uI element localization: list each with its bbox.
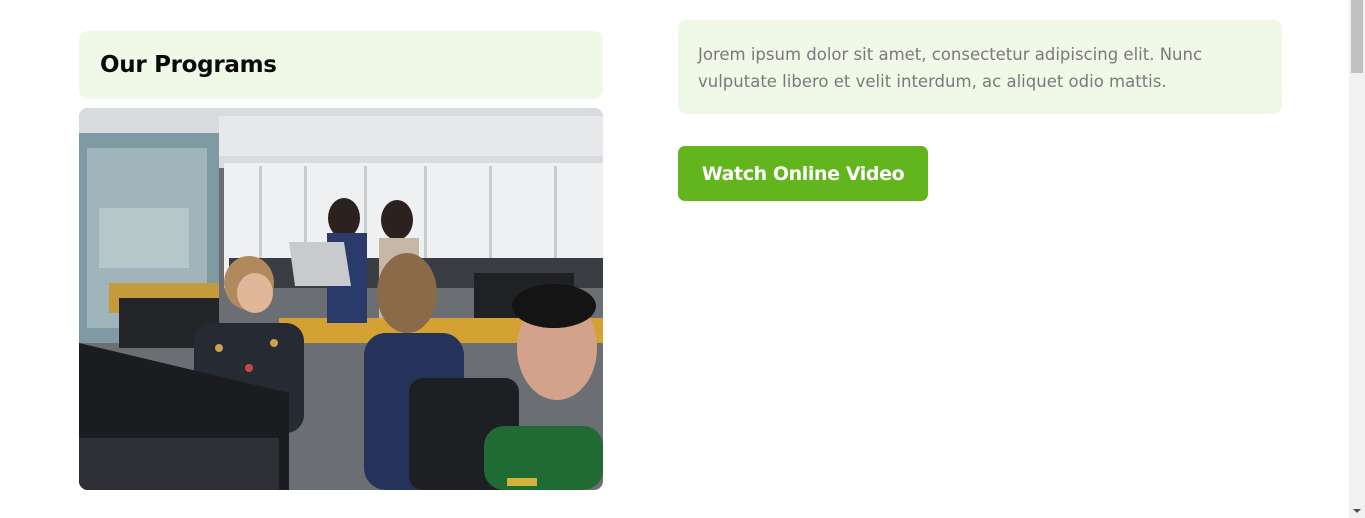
office-photo-icon xyxy=(79,108,603,490)
scrollbar-thumb[interactable] xyxy=(1351,0,1363,73)
programs-heading-card: Our Programs xyxy=(79,31,603,99)
programs-title: Our Programs xyxy=(100,52,277,78)
page: Our Programs Jorem ipsum dolor sit amet,… xyxy=(0,0,1365,518)
description-card: Jorem ipsum dolor sit amet, consectetur … xyxy=(678,20,1282,114)
vertical-scrollbar[interactable] xyxy=(1349,0,1365,518)
scroll-down-arrow-icon[interactable] xyxy=(1353,509,1361,513)
watch-online-video-button[interactable]: Watch Online Video xyxy=(678,146,928,201)
office-photo xyxy=(79,108,603,490)
description-text: Jorem ipsum dolor sit amet, consectetur … xyxy=(698,45,1203,91)
